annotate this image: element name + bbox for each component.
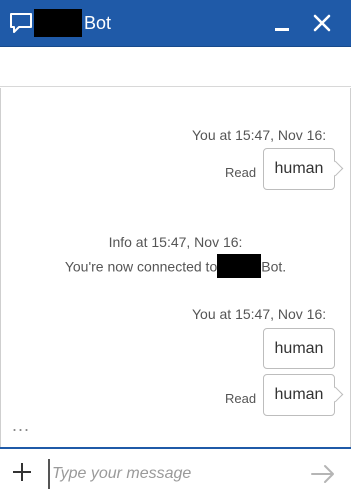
send-arrow-icon[interactable] xyxy=(310,463,336,485)
redacted-bot-name xyxy=(217,254,262,278)
message-text: human xyxy=(274,339,324,357)
read-status: Read xyxy=(225,165,257,180)
message-input[interactable] xyxy=(48,459,298,489)
minimize-icon[interactable] xyxy=(270,14,294,34)
message-composer xyxy=(0,447,351,500)
message-text: human xyxy=(274,386,324,403)
info-meta: Info at 15:47, Nov 16: xyxy=(108,234,243,250)
redacted-bot-name xyxy=(34,9,82,37)
read-status: Read xyxy=(225,391,257,406)
message-text: human xyxy=(274,160,324,177)
chat-subheader xyxy=(0,47,351,87)
chat-title: Bot xyxy=(84,13,112,33)
user-message-bubble: human xyxy=(263,148,335,190)
chat-bubble-icon xyxy=(10,13,32,33)
info-message: You're now connected to Bot. xyxy=(0,254,351,278)
user-message-bubble: human xyxy=(263,374,335,416)
info-text-before: You're now connected to xyxy=(64,258,218,275)
message-meta: You at 15:47, Nov 16: xyxy=(192,306,327,322)
user-message-bubble: human xyxy=(263,328,335,369)
close-icon[interactable] xyxy=(310,11,334,35)
attach-plus-icon[interactable] xyxy=(11,461,33,483)
typing-indicator: ... xyxy=(12,415,31,435)
chat-header: Bot xyxy=(0,0,351,47)
message-meta: You at 15:47, Nov 16: xyxy=(192,127,327,143)
info-text-after: Bot. xyxy=(261,258,287,275)
